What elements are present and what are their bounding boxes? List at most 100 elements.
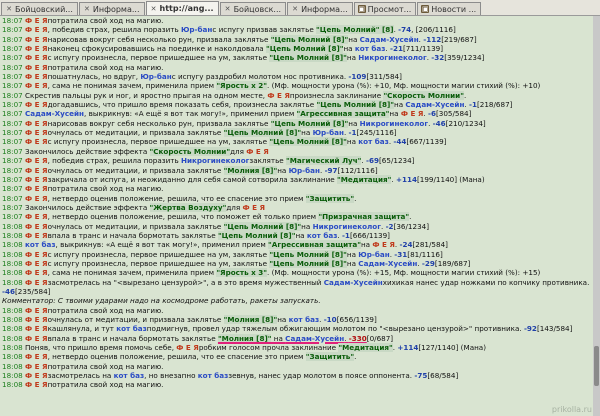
player-name[interactable]: Ф Е Я <box>25 362 48 371</box>
player-name[interactable]: Ф Е Я <box>25 222 48 231</box>
player-name[interactable]: Ф Е Я <box>25 194 48 203</box>
player-name[interactable]: Ф Е Я <box>246 147 269 156</box>
player-name[interactable]: Ф Е Я <box>25 119 48 128</box>
player-name[interactable]: Ф Е Я <box>25 100 48 109</box>
player-name[interactable]: Ф Е Я <box>25 184 48 193</box>
player-name[interactable]: Ф Е Я <box>25 63 48 72</box>
player-name[interactable]: Ф Е Я <box>25 44 48 53</box>
opponent-name[interactable]: кот баз <box>198 371 229 380</box>
player-name[interactable]: Ф Е Я <box>25 278 48 287</box>
opponent-name[interactable]: кот баз <box>116 324 147 333</box>
damage-value: -10 <box>323 315 337 324</box>
player-name[interactable]: Ф Е Я <box>25 35 48 44</box>
log-line: 18:07 Закончилось действие эффекта "Скор… <box>0 146 593 156</box>
opponent-name[interactable]: Садам-Хусейн <box>25 109 84 118</box>
player-name[interactable]: Ф Е Я <box>25 324 48 333</box>
player-name[interactable]: Ф Е Я <box>25 334 48 343</box>
player-name[interactable]: Ф Е Я <box>25 259 48 268</box>
player-name[interactable]: Ф Е Я <box>25 212 48 221</box>
log-text: , победив страх, решила поразить <box>47 156 181 166</box>
opponent-name[interactable]: Садам-Хусейн <box>405 100 464 109</box>
log-line: 18:08 Ф Е Язасмотрелась на кот баз, но в… <box>0 371 593 380</box>
log-scrollbar[interactable] <box>593 16 600 416</box>
opponent-name[interactable]: Юр-бан <box>358 250 389 259</box>
log-text: [143/584] <box>536 324 573 334</box>
damage-value: -2 <box>385 221 394 231</box>
opponent-name[interactable]: кот баз <box>114 371 145 380</box>
opponent-name[interactable]: Никрогинеколог <box>313 222 381 231</box>
opponent-name[interactable]: Садам-Хусейн <box>360 35 419 44</box>
damage-value: -97 <box>324 165 338 175</box>
player-name[interactable]: Ф Е Я <box>25 315 48 324</box>
spell-name: "Магический Луч" <box>286 156 362 166</box>
browser-tab-0[interactable]: ✕ Бойцовский... <box>1 2 78 15</box>
opponent-name[interactable]: кот баз <box>25 240 56 249</box>
opponent-name[interactable]: Никрогинеколог <box>360 119 428 128</box>
log-text: , победив страх, решила поразить <box>47 25 181 35</box>
browser-tab-6[interactable]: ▣ Новости ... <box>417 2 482 15</box>
log-line: 18:08 Ф Е Яс испугу произнесла, первое п… <box>0 249 593 259</box>
close-tab-icon[interactable]: ✕ <box>150 5 158 13</box>
opponent-name[interactable]: Юр-бан <box>289 166 320 175</box>
opponent-name[interactable]: Никрогинеколог <box>181 156 249 165</box>
player-name[interactable]: Ф Е Я <box>25 306 48 315</box>
player-name[interactable]: Ф Е Я <box>242 203 265 212</box>
opponent-name[interactable]: Садам-Хусейн <box>324 278 383 287</box>
opponent-name[interactable]: Юр-бан <box>313 128 344 137</box>
player-name[interactable]: Ф Е Я <box>25 268 48 277</box>
player-name[interactable]: Ф Е Я <box>176 343 199 352</box>
damage-value: -69 <box>366 156 379 166</box>
log-timestamp: 18:08 <box>2 268 25 278</box>
log-timestamp: 18:07 <box>2 193 25 203</box>
log-line: 18:07 Закончилось действие эффекта "Жерт… <box>0 202 593 212</box>
player-name[interactable]: Ф Е Я <box>25 25 48 34</box>
player-name[interactable]: Ф Е Я <box>25 380 48 389</box>
player-name[interactable]: Ф Е Я <box>25 175 48 184</box>
browser-tab-2[interactable]: ✕ http://ang... <box>145 1 219 15</box>
opponent-name[interactable]: Никрогинеколог <box>358 53 426 62</box>
log-text: произнесла заклинание <box>289 90 384 100</box>
player-name[interactable]: Ф Е Я <box>401 109 424 118</box>
log-line: 18:07 Ф Е Яочнулась от медитации, и приз… <box>0 165 593 175</box>
log-text: [199/1140] (Мана) <box>416 174 485 184</box>
player-name[interactable]: Ф Е Я <box>25 81 48 90</box>
close-tab-icon[interactable]: ✕ <box>224 5 232 13</box>
close-tab-icon[interactable]: ✕ <box>83 5 91 13</box>
player-name[interactable]: Ф Е Я <box>25 156 48 165</box>
player-name[interactable]: Ф Е Я <box>25 250 48 259</box>
close-tab-icon[interactable]: ✕ <box>291 5 299 13</box>
player-name[interactable]: Ф Е Я <box>267 91 290 100</box>
opponent-name[interactable]: Юр-бан <box>181 25 212 34</box>
log-text: впала в транс и начала бормотать заклять… <box>47 230 218 240</box>
log-text: [245/1116] <box>356 128 397 138</box>
spell-name: "Цепь Молний [8]" <box>223 221 302 231</box>
spell-name: "Цепь Молний [8]" <box>217 230 296 240</box>
player-name[interactable]: Ф Е Я <box>25 72 48 81</box>
opponent-name[interactable]: кот баз <box>307 231 338 240</box>
browser-tab-5[interactable]: ▣ Просмот... <box>353 2 417 15</box>
player-name[interactable]: Ф Е Я <box>25 166 48 175</box>
log-text: на <box>346 258 359 268</box>
player-name[interactable]: Ф Е Я <box>372 240 395 249</box>
player-name[interactable]: Ф Е Я <box>25 231 48 240</box>
commentator-line: Комментатор: С твоими ударами надо на ко… <box>2 296 321 306</box>
browser-tab-4[interactable]: ✕ Информа... <box>287 2 353 15</box>
opponent-name[interactable]: кот баз <box>289 315 320 324</box>
spell-name: "Защитить" <box>305 352 355 362</box>
opponent-name[interactable]: кот баз <box>355 44 386 53</box>
close-tab-icon[interactable]: ✕ <box>5 5 13 13</box>
log-timestamp: 18:07 <box>2 25 25 35</box>
player-name[interactable]: Ф Е Я <box>25 53 48 62</box>
player-name[interactable]: Ф Е Я <box>25 371 48 380</box>
opponent-name[interactable]: Садам-Хусейн <box>358 259 417 268</box>
scrollbar-thumb[interactable] <box>594 346 599 386</box>
browser-tab-3[interactable]: ✕ Бойцовск... <box>219 2 287 15</box>
opponent-name[interactable]: Юр-бан <box>140 72 171 81</box>
player-name[interactable]: Ф Е Я <box>25 128 48 137</box>
browser-tab-1[interactable]: ✕ Информа... <box>78 2 145 15</box>
opponent-name[interactable]: Садам-Хусейн <box>285 334 344 343</box>
player-name[interactable]: Ф Е Я <box>25 137 48 146</box>
player-name[interactable]: Ф Е Я <box>25 352 48 361</box>
player-name[interactable]: Ф Е Я <box>25 16 48 25</box>
opponent-name[interactable]: кот баз <box>358 137 389 146</box>
